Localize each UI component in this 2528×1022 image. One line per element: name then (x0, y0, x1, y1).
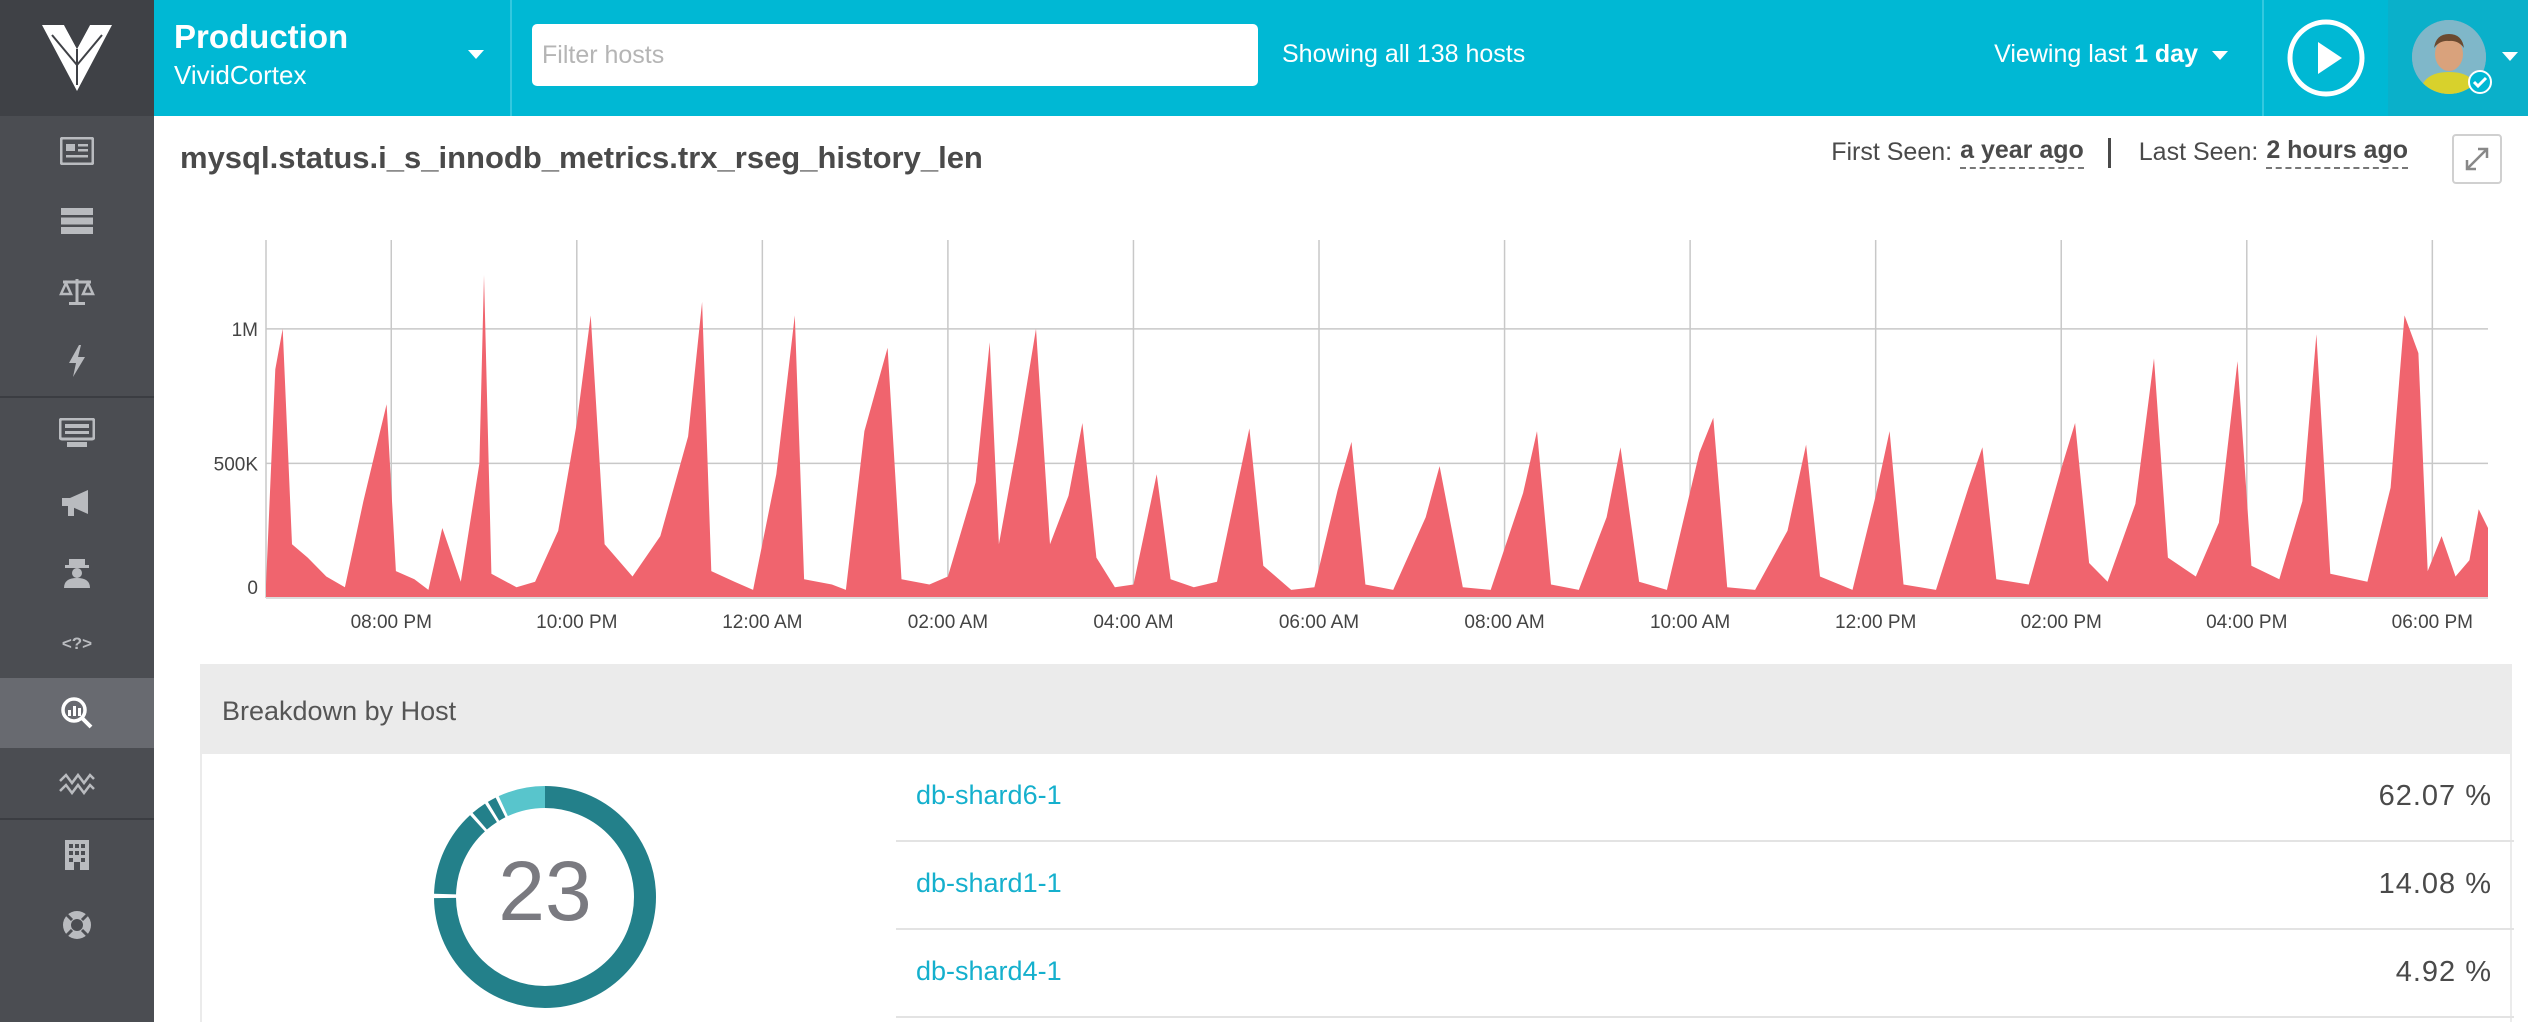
x-tick-label: 12:00 AM (722, 612, 802, 633)
x-tick-label: 08:00 PM (351, 612, 432, 633)
x-tick-label: 12:00 PM (1835, 612, 1916, 633)
chevron-down-icon (2502, 52, 2518, 61)
server-icon (59, 418, 95, 447)
expand-button[interactable] (2452, 134, 2502, 184)
sidebar-item-events[interactable] (0, 326, 154, 396)
play-icon (2287, 19, 2365, 97)
host-row: db-shard4-1 4.92 % (896, 930, 2514, 1018)
host-percent: 14.08 % (2378, 868, 2492, 900)
play-button[interactable] (2262, 0, 2390, 116)
chevron-down-icon (2212, 50, 2228, 60)
building-icon (65, 840, 89, 870)
verified-check-icon (2468, 70, 2492, 94)
first-seen-label: First Seen: (1831, 138, 1953, 166)
filter-hosts-input[interactable] (532, 24, 1258, 86)
host-count-donut: 23 (434, 786, 656, 1008)
host-percent: 4.92 % (2395, 956, 2492, 988)
breakdown-header: Breakdown by Host (202, 666, 2510, 754)
top-bar: Production VividCortex Showing all 138 h… (154, 0, 2528, 116)
x-tick-label: 02:00 AM (908, 612, 988, 633)
sidebar: <?> (0, 0, 154, 1022)
y-tick-label: 1M (232, 320, 258, 341)
x-tick-label: 10:00 PM (536, 612, 617, 633)
sidebar-item-anomalies[interactable] (0, 748, 154, 818)
host-count-text: Showing all 138 hosts (1282, 40, 1526, 68)
last-seen-value: 2 hours ago (2266, 136, 2408, 169)
environment-name: Production (174, 18, 349, 55)
scales-icon (59, 279, 95, 305)
x-tick-label: 04:00 PM (2206, 612, 2287, 633)
chevron-down-icon (468, 50, 484, 59)
sidebar-item-organization[interactable] (0, 820, 154, 890)
bolt-icon (69, 345, 85, 377)
x-tick-label: 08:00 AM (1464, 612, 1544, 633)
code-icon: <?> (62, 634, 92, 653)
x-tick-label: 10:00 AM (1650, 612, 1730, 633)
metric-title: mysql.status.i_s_innodb_metrics.trx_rseg… (180, 140, 983, 175)
host-link[interactable]: db-shard1-1 (916, 868, 1062, 899)
data-area-series (266, 275, 2488, 598)
lifebuoy-icon (63, 911, 91, 939)
donut-count: 23 (498, 844, 591, 938)
host-row: db-shard1-1 14.08 % (896, 842, 2514, 930)
news-icon (60, 137, 94, 165)
time-range-value: 1 day (2134, 40, 2198, 68)
sidebar-item-alerts[interactable] (0, 468, 154, 538)
seen-info: First Seen: a year ago Last Seen: 2 hour… (1831, 136, 2408, 169)
time-range-prefix: Viewing last (1994, 40, 2135, 68)
host-link[interactable]: db-shard4-1 (916, 956, 1062, 987)
expand-icon (2465, 147, 2489, 171)
first-seen-value: a year ago (1960, 136, 2084, 169)
sidebar-item-compare[interactable] (0, 256, 154, 326)
megaphone-icon (62, 490, 88, 516)
vividcortex-logo-icon (42, 25, 112, 91)
last-seen-label: Last Seen: (2138, 138, 2259, 166)
sidebar-item-metrics-explorer[interactable] (0, 678, 154, 748)
sidebar-item-help[interactable] (0, 890, 154, 960)
x-tick-label: 06:00 AM (1279, 612, 1359, 633)
breakdown-panel: Breakdown by Host 23 db-shard6-1 62.07 %… (200, 664, 2514, 1022)
sidebar-item-hosts[interactable] (0, 398, 154, 468)
x-tick-label: 06:00 PM (2392, 612, 2473, 633)
y-tick-label: 500K (214, 454, 259, 475)
host-row: db-shard6-1 62.07 % (896, 754, 2514, 842)
organization-name: VividCortex (174, 60, 307, 90)
breakdown-title: Breakdown by Host (222, 696, 457, 726)
logo[interactable] (0, 0, 154, 116)
y-tick-label: 0 (247, 578, 258, 599)
sidebar-item-users[interactable] (0, 538, 154, 608)
magnify-chart-icon (61, 697, 93, 729)
environment-selector[interactable]: Production VividCortex (154, 0, 512, 116)
seen-divider (2107, 137, 2111, 168)
waves-icon (59, 772, 95, 795)
sidebar-item-inventory[interactable] (0, 186, 154, 256)
svg-text:<?>: <?> (62, 634, 92, 653)
time-range-selector[interactable]: Viewing last 1 day (1994, 40, 2228, 69)
sidebar-item-dashboard[interactable] (0, 116, 154, 186)
user-menu[interactable] (2388, 0, 2528, 116)
metric-chart: 0 500K 1M 08:00 PM 10:00 PM 12:00 AM 02:00 AM 0… (214, 240, 2488, 633)
sidebar-item-queries[interactable]: <?> (0, 608, 154, 678)
x-tick-label: 04:00 AM (1093, 612, 1173, 633)
x-tick-label: 02:00 PM (2021, 612, 2102, 633)
stack-icon (61, 208, 93, 234)
agent-icon (64, 559, 90, 588)
host-link[interactable]: db-shard6-1 (916, 780, 1062, 811)
host-percent: 62.07 % (2378, 780, 2492, 812)
